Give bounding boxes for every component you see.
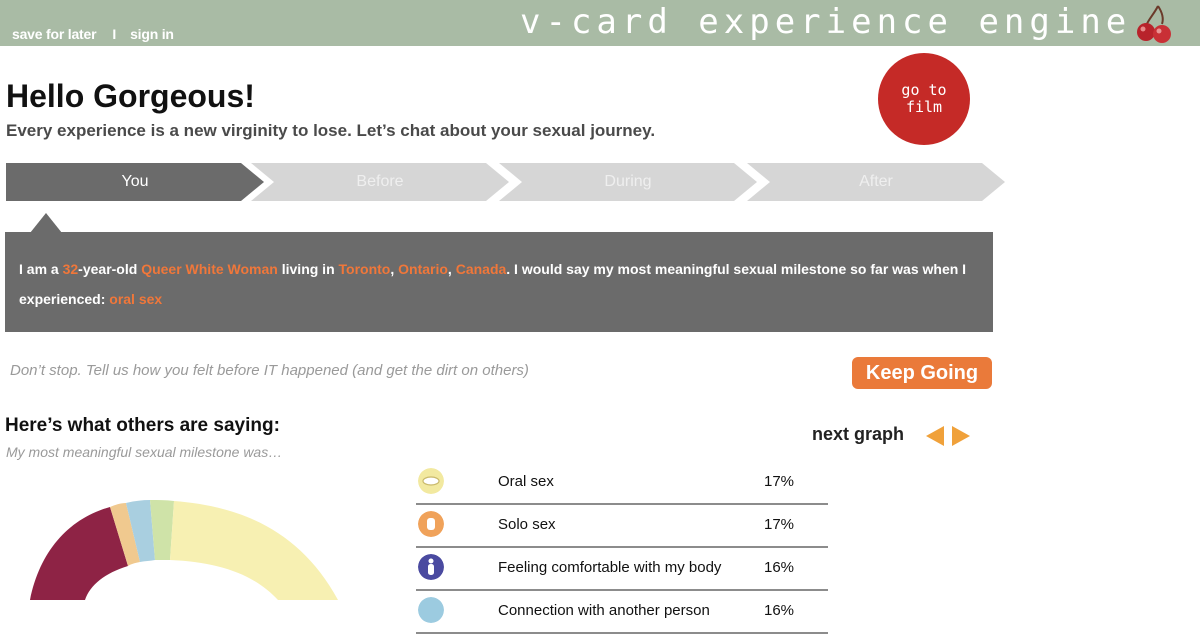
heart-icon xyxy=(418,597,444,623)
top-bar: save for later Isign in v-card experience… xyxy=(0,0,1200,46)
step-after[interactable]: After xyxy=(747,163,1005,201)
legend-percent: 16% xyxy=(764,559,795,576)
progress-steps: You Before During After xyxy=(6,163,1006,201)
legend-label: Solo sex xyxy=(498,516,556,533)
legend-label: Connection with another person xyxy=(498,602,710,619)
country-value[interactable]: Canada xyxy=(456,261,507,277)
step-you[interactable]: You xyxy=(6,163,264,201)
donut-segment-oral xyxy=(170,501,338,600)
legend-percent: 17% xyxy=(764,516,795,533)
top-links: save for later Isign in xyxy=(12,26,184,42)
milestone-value[interactable]: oral sex xyxy=(109,291,162,307)
legend-label: Oral sex xyxy=(498,473,554,490)
summary-pointer xyxy=(30,213,62,233)
page-title: Hello Gorgeous! xyxy=(6,78,255,114)
step-label: Before xyxy=(356,173,404,190)
milestone-legend: Oral sex 17% Solo sex 17% Feeling comfor… xyxy=(416,462,828,634)
milestone-donut-chart xyxy=(30,500,338,600)
cherry-icon xyxy=(1137,5,1171,43)
question-text: My most meaningful sexual milestone was… xyxy=(6,444,283,460)
legend-row: Oral sex 17% xyxy=(416,462,828,505)
summary-text: -year-old xyxy=(78,261,142,277)
others-heading: Here’s what others are saying: xyxy=(5,415,280,436)
next-graph-label: next graph xyxy=(812,424,905,444)
legend-row: Feeling comfortable with my body 16% xyxy=(416,548,828,591)
brand-title: v-card experience engine xyxy=(520,2,1132,42)
step-during[interactable]: During xyxy=(499,163,757,201)
step-label: After xyxy=(859,173,893,190)
step-label: During xyxy=(604,173,652,190)
sign-in-link[interactable]: sign in xyxy=(130,26,174,42)
legend-row: Solo sex 17% xyxy=(416,505,828,548)
continue-prompt: Don’t stop. Tell us how you felt before … xyxy=(10,362,529,379)
summary-text: , xyxy=(447,261,456,277)
legend-percent: 16% xyxy=(764,602,795,619)
lips-icon xyxy=(418,468,444,494)
age-value[interactable]: 32 xyxy=(63,261,79,277)
summary-text: living in xyxy=(277,261,339,277)
next-graph-arrow-icon[interactable] xyxy=(952,426,970,446)
keep-going-button[interactable]: Keep Going xyxy=(852,357,992,389)
top-link-separator: I xyxy=(112,26,117,42)
donut-segment-solo xyxy=(30,507,128,600)
hand-icon xyxy=(418,511,444,537)
step-label: You xyxy=(121,173,149,190)
step-before[interactable]: Before xyxy=(251,163,509,201)
city-value[interactable]: Toronto xyxy=(339,261,391,277)
profile-summary: I am a 32-year-old Queer White Woman liv… xyxy=(5,232,993,332)
identity-value[interactable]: Queer White Woman xyxy=(141,261,278,277)
save-for-later-link[interactable]: save for later xyxy=(12,26,97,42)
page-subtitle: Every experience is a new virginity to l… xyxy=(6,121,656,140)
body-icon xyxy=(418,554,444,580)
legend-label: Feeling comfortable with my body xyxy=(498,559,722,576)
province-value[interactable]: Ontario xyxy=(398,261,448,277)
go-to-film-label: go to film xyxy=(901,81,947,116)
summary-text: I am a xyxy=(19,261,63,277)
summary-text: , xyxy=(390,261,399,277)
legend-row: Connection with another person 16% xyxy=(416,591,828,634)
legend-percent: 17% xyxy=(764,473,795,490)
go-to-film-button[interactable]: go to film xyxy=(878,53,970,145)
previous-graph-arrow-icon[interactable] xyxy=(926,426,944,446)
